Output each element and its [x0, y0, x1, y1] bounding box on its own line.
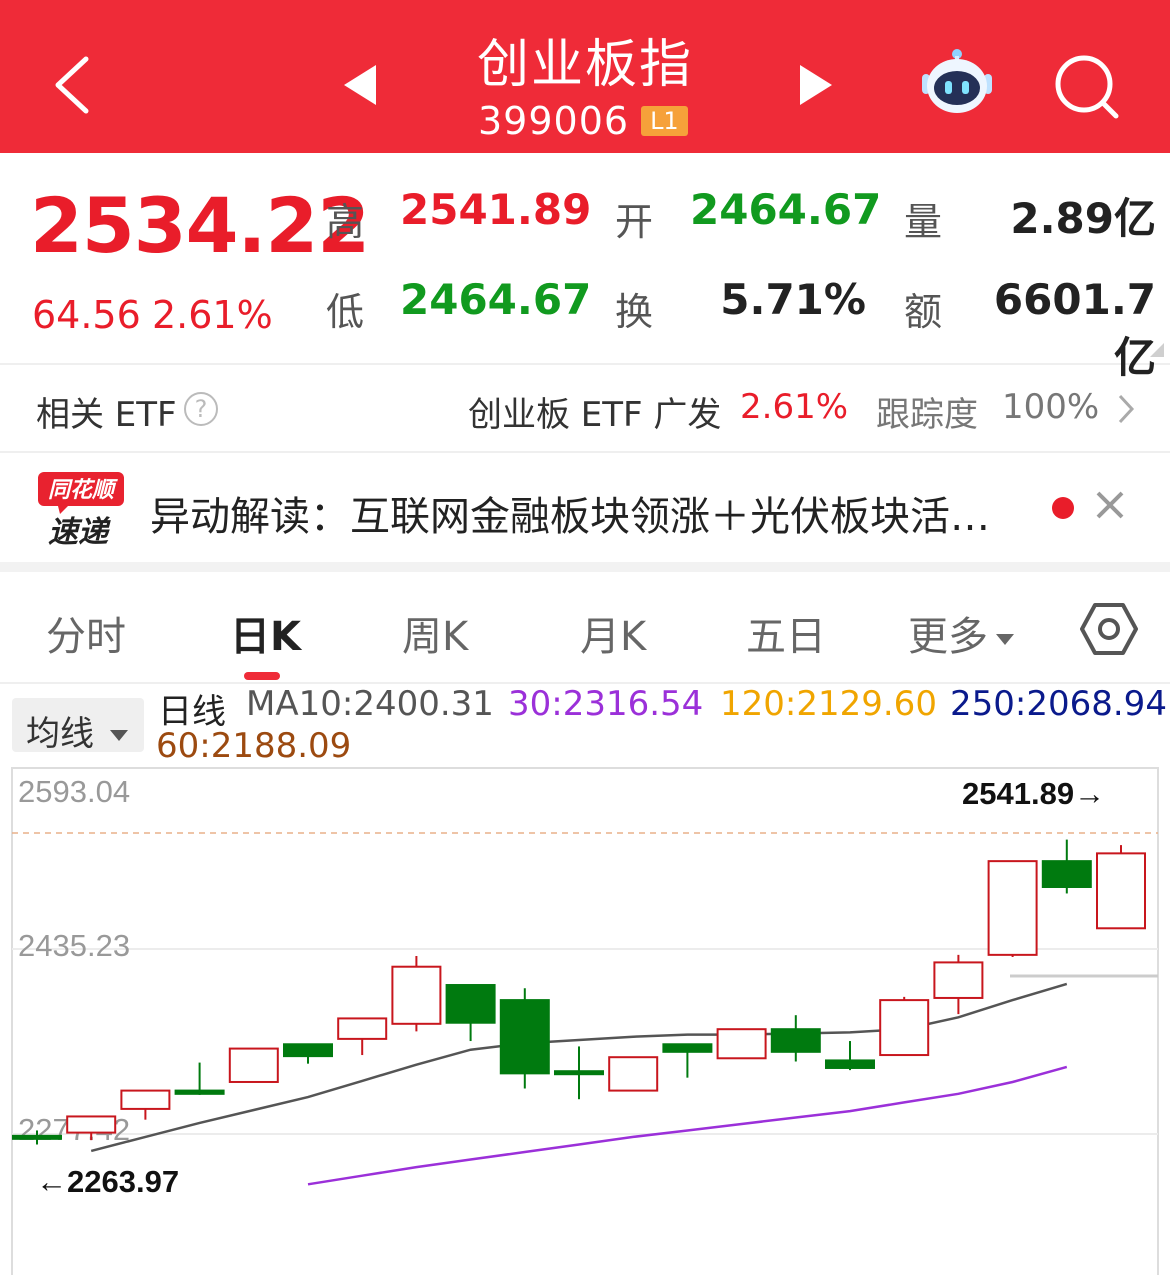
header-bar: 创业板指 399006 L1: [0, 0, 1170, 153]
candle-up: [879, 999, 930, 1057]
ma60-label: 60:2188.09: [156, 726, 352, 766]
min-price-label: ←2263.97: [36, 1164, 179, 1199]
candle-up: [391, 965, 442, 1025]
price-change: 64.56: [32, 293, 141, 337]
y-tick-mid: 2435.23: [18, 928, 130, 963]
quote-panel: 2534.22 64.56 2.61% 高 2541.89 开 2464.67 …: [0, 153, 1170, 382]
tracking-label: 跟踪度: [876, 395, 978, 435]
svg-text:同花顺: 同花顺: [48, 478, 118, 503]
section-divider: [0, 562, 1170, 572]
max-price-label: 2541.89→: [962, 776, 1105, 811]
active-tab-indicator: [244, 672, 280, 680]
ma250-label: 250:2068.94: [950, 684, 1167, 724]
tab-monthly-k[interactable]: 月K: [580, 604, 646, 662]
candlestick-chart[interactable]: 2593.04 2435.23 2277.42 2541.89→ ←2263.9…: [0, 762, 1170, 1275]
candle-down: [1041, 860, 1092, 888]
stock-code-row: 399006 L1: [478, 98, 688, 144]
related-etf-label: 相关 ETF: [36, 395, 177, 435]
related-etf-row[interactable]: 相关 ETF 创业板 ETF 广发 2.61% 跟踪度 100%: [0, 365, 1170, 453]
chevron-right-icon: [1118, 394, 1135, 424]
candle-down: [174, 1089, 225, 1095]
open-label: 开: [615, 200, 654, 244]
chart-tabs: 分时 日K 周K 月K 五日 更多: [0, 572, 1170, 684]
tonghuashun-express-logo: 同花顺 速递: [38, 472, 124, 546]
tab-intraday[interactable]: 分时: [46, 604, 126, 662]
candle-down: [499, 999, 550, 1075]
etf-change: 2.61%: [740, 387, 849, 427]
price-change-pct: 2.61%: [152, 293, 273, 337]
level-badge: L1: [641, 106, 688, 136]
ma120-label: 120:2129.60: [720, 684, 937, 724]
ma-button-label: 均线: [26, 714, 94, 754]
candle-up: [987, 860, 1038, 956]
high-label: 高: [326, 200, 365, 244]
ma10-label: MA10:2400.31: [246, 684, 494, 724]
candle-up: [66, 1115, 117, 1134]
low-label: 低: [326, 290, 365, 334]
candle-up: [1096, 852, 1146, 930]
news-headline[interactable]: 异动解读：互联网金融板块领涨＋光伏板块活…: [150, 484, 990, 542]
open-value: 2464.67: [690, 185, 882, 234]
close-icon[interactable]: [1092, 487, 1128, 523]
tab-more[interactable]: 更多: [908, 604, 1014, 662]
next-stock-icon[interactable]: [796, 62, 836, 108]
candle-up: [608, 1056, 659, 1092]
current-price: 2534.22: [30, 181, 370, 270]
volume-label: 量: [904, 200, 943, 244]
ma30-label: 30:2316.54: [508, 684, 704, 724]
candle-up: [120, 1089, 171, 1110]
turnover-value: 5.71%: [720, 275, 866, 324]
svg-text:速递: 速递: [48, 515, 111, 546]
candle-down: [825, 1059, 875, 1069]
turnover-label: 换: [615, 290, 654, 334]
settings-hexagon-icon[interactable]: [1080, 600, 1138, 658]
tab-more-label: 更多: [908, 614, 988, 660]
volume-value: 2.89亿: [1010, 194, 1156, 243]
tracking-value: 100%: [1002, 387, 1100, 427]
candle-up: [933, 961, 984, 999]
candle-up: [716, 1028, 767, 1060]
candle-up: [337, 1017, 388, 1040]
robot-assistant-icon[interactable]: [918, 48, 996, 120]
ma-selector-button[interactable]: 均线: [12, 698, 144, 754]
help-icon[interactable]: ?: [184, 392, 218, 426]
candle-down: [283, 1043, 333, 1058]
search-icon[interactable]: [1052, 52, 1120, 120]
expand-corner-icon[interactable]: [1150, 343, 1164, 357]
tab-weekly-k[interactable]: 周K: [402, 604, 468, 662]
stock-code: 399006: [478, 99, 630, 143]
caret-down-icon: [996, 633, 1014, 645]
candle-down: [554, 1070, 604, 1076]
candle-down: [445, 984, 496, 1024]
candle-down: [770, 1028, 821, 1053]
candle-up: [228, 1047, 279, 1083]
candle-down: [662, 1043, 713, 1053]
amount-label: 额: [904, 290, 943, 334]
caret-down-icon: [110, 730, 128, 741]
ma30-line: [307, 1065, 1068, 1186]
high-value: 2541.89: [400, 185, 592, 234]
etf-name: 创业板 ETF 广发: [468, 395, 722, 435]
candle-group: [12, 839, 1146, 1186]
chart-frame: [11, 767, 1159, 1275]
low-value: 2464.67: [400, 275, 592, 324]
y-tick-top: 2593.04: [18, 774, 130, 809]
unread-dot: [1052, 497, 1074, 519]
candle-down: [12, 1134, 62, 1140]
tab-five-day[interactable]: 五日: [746, 604, 826, 662]
tab-daily-k[interactable]: 日K: [230, 604, 301, 662]
